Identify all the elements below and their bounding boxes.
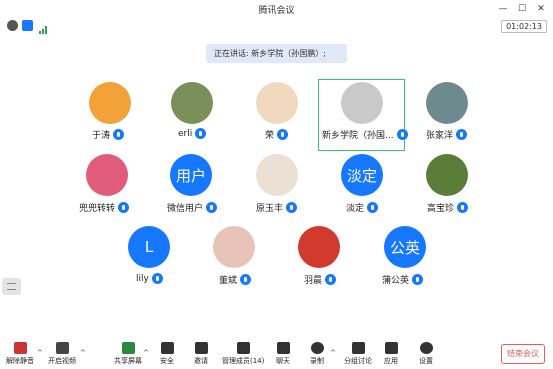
participant-avatar[interactable]: L bbox=[128, 226, 170, 268]
participant-avatar[interactable] bbox=[171, 82, 213, 124]
microphone-icon bbox=[240, 274, 252, 285]
breakout-icon bbox=[351, 342, 365, 354]
participant-avatar[interactable]: 用户 bbox=[170, 154, 212, 196]
participant-name: 羽晨 bbox=[304, 273, 337, 286]
end-meeting-button[interactable]: 结束会议 bbox=[501, 344, 545, 364]
window-title: 腾讯会议 bbox=[258, 6, 295, 16]
record-label: 录制 bbox=[310, 357, 324, 365]
participant-name: 蒲公英 bbox=[382, 273, 424, 286]
participant-name: 淡定 bbox=[346, 201, 379, 214]
microphone-icon bbox=[151, 273, 163, 284]
microphone-icon bbox=[286, 202, 298, 213]
settings-label: 设置 bbox=[419, 357, 433, 365]
participant-name: 于涛 bbox=[92, 128, 125, 141]
microphone-icon bbox=[396, 129, 408, 140]
chevron-up-icon[interactable]: ^ bbox=[330, 349, 336, 357]
maximize-button[interactable]: ☐ bbox=[514, 1, 530, 17]
participant-avatar[interactable] bbox=[341, 82, 383, 124]
chat-icon bbox=[276, 342, 290, 354]
record-icon bbox=[310, 342, 324, 354]
side-panel-toggle-button[interactable] bbox=[2, 278, 21, 295]
participant-name: 高宝珍 bbox=[427, 201, 469, 214]
microphone-icon bbox=[118, 202, 130, 213]
record-button[interactable]: 录制 bbox=[310, 342, 324, 366]
apps-button[interactable]: 应用 bbox=[384, 342, 398, 366]
participant-name: erli bbox=[178, 128, 207, 139]
invite-label: 邀请 bbox=[194, 357, 208, 365]
participant-avatar[interactable] bbox=[256, 82, 298, 124]
participant-name: 原玉丰 bbox=[256, 201, 298, 214]
gear-icon bbox=[419, 342, 433, 354]
breakout-button[interactable]: 分组讨论 bbox=[344, 342, 372, 366]
microphone-icon bbox=[113, 129, 125, 140]
start-video-button[interactable]: 开启视频 bbox=[48, 342, 76, 366]
participant-avatar[interactable] bbox=[213, 226, 255, 268]
microphone-icon bbox=[325, 274, 337, 285]
speaking-banner: 正在讲话: 新乡学院（孙国鹏）; bbox=[206, 44, 347, 63]
participant-name: lily bbox=[136, 273, 163, 284]
participant-name: 微信用户 bbox=[167, 201, 218, 214]
share-screen-label: 共享屏幕 bbox=[114, 357, 142, 365]
microphone-icon bbox=[412, 274, 424, 285]
microphone-icon bbox=[367, 202, 379, 213]
share-screen-button[interactable]: 共享屏幕 bbox=[114, 342, 142, 366]
microphone-icon bbox=[277, 129, 289, 140]
title-bar: 腾讯会议 — ☐ ✕ bbox=[0, 0, 553, 18]
participant-name: 兜兜转转 bbox=[79, 201, 130, 214]
participant-avatar[interactable]: 公英 bbox=[384, 226, 426, 268]
chat-label: 聊天 bbox=[276, 357, 290, 365]
info-icon[interactable] bbox=[7, 20, 18, 31]
participant-name: 荣 bbox=[265, 128, 289, 141]
apps-label: 应用 bbox=[384, 357, 398, 365]
members-icon bbox=[236, 342, 250, 354]
participant-name: 张家洋 bbox=[426, 128, 468, 141]
microphone-muted-icon bbox=[13, 342, 27, 354]
breakout-label: 分组讨论 bbox=[344, 357, 372, 365]
manage-members-label: 管理成员(14) bbox=[222, 357, 265, 365]
settings-button[interactable]: 设置 bbox=[419, 342, 433, 366]
window-controls: — ☐ ✕ bbox=[492, 1, 549, 17]
manage-members-button[interactable]: 管理成员(14) bbox=[222, 342, 264, 366]
microphone-icon bbox=[456, 129, 468, 140]
shield-icon[interactable] bbox=[22, 20, 33, 31]
participant-avatar[interactable] bbox=[86, 154, 128, 196]
microphone-icon bbox=[195, 128, 207, 139]
participant-name: 新乡学院（孙国... bbox=[322, 128, 408, 141]
unmute-label: 解除静音 bbox=[6, 357, 34, 365]
meeting-window: 腾讯会议 — ☐ ✕ 01:02:13 正在讲话: 新乡学院（孙国鹏）; 于涛 … bbox=[0, 0, 553, 369]
participant-avatar[interactable] bbox=[298, 226, 340, 268]
microphone-icon bbox=[206, 202, 218, 213]
microphone-icon bbox=[457, 202, 469, 213]
minimize-button[interactable]: — bbox=[495, 1, 511, 17]
camera-off-icon bbox=[55, 342, 69, 354]
chevron-up-icon[interactable]: ^ bbox=[80, 349, 86, 357]
participant-avatar[interactable]: 淡定 bbox=[341, 154, 383, 196]
chevron-up-icon[interactable]: ^ bbox=[37, 349, 43, 357]
security-button[interactable]: 安全 bbox=[160, 342, 174, 366]
participant-avatar[interactable] bbox=[89, 82, 131, 124]
participant-name: 董斌 bbox=[219, 273, 252, 286]
chat-button[interactable]: 聊天 bbox=[276, 342, 290, 366]
shield-icon bbox=[160, 342, 174, 354]
add-user-icon bbox=[194, 342, 208, 354]
participant-avatar[interactable] bbox=[256, 154, 298, 196]
participant-avatar[interactable] bbox=[426, 154, 468, 196]
list-icon bbox=[7, 283, 16, 290]
meeting-timer: 01:02:13 bbox=[501, 20, 547, 33]
security-label: 安全 bbox=[160, 357, 174, 365]
share-screen-icon bbox=[121, 342, 135, 354]
unmute-button[interactable]: 解除静音 bbox=[6, 342, 34, 366]
apps-icon bbox=[384, 342, 398, 354]
signal-icon[interactable] bbox=[38, 20, 49, 34]
participant-avatar[interactable] bbox=[426, 82, 468, 124]
chevron-up-icon[interactable]: ^ bbox=[143, 349, 149, 357]
close-button[interactable]: ✕ bbox=[533, 1, 549, 17]
invite-button[interactable]: 邀请 bbox=[194, 342, 208, 366]
start-video-label: 开启视频 bbox=[48, 357, 76, 365]
